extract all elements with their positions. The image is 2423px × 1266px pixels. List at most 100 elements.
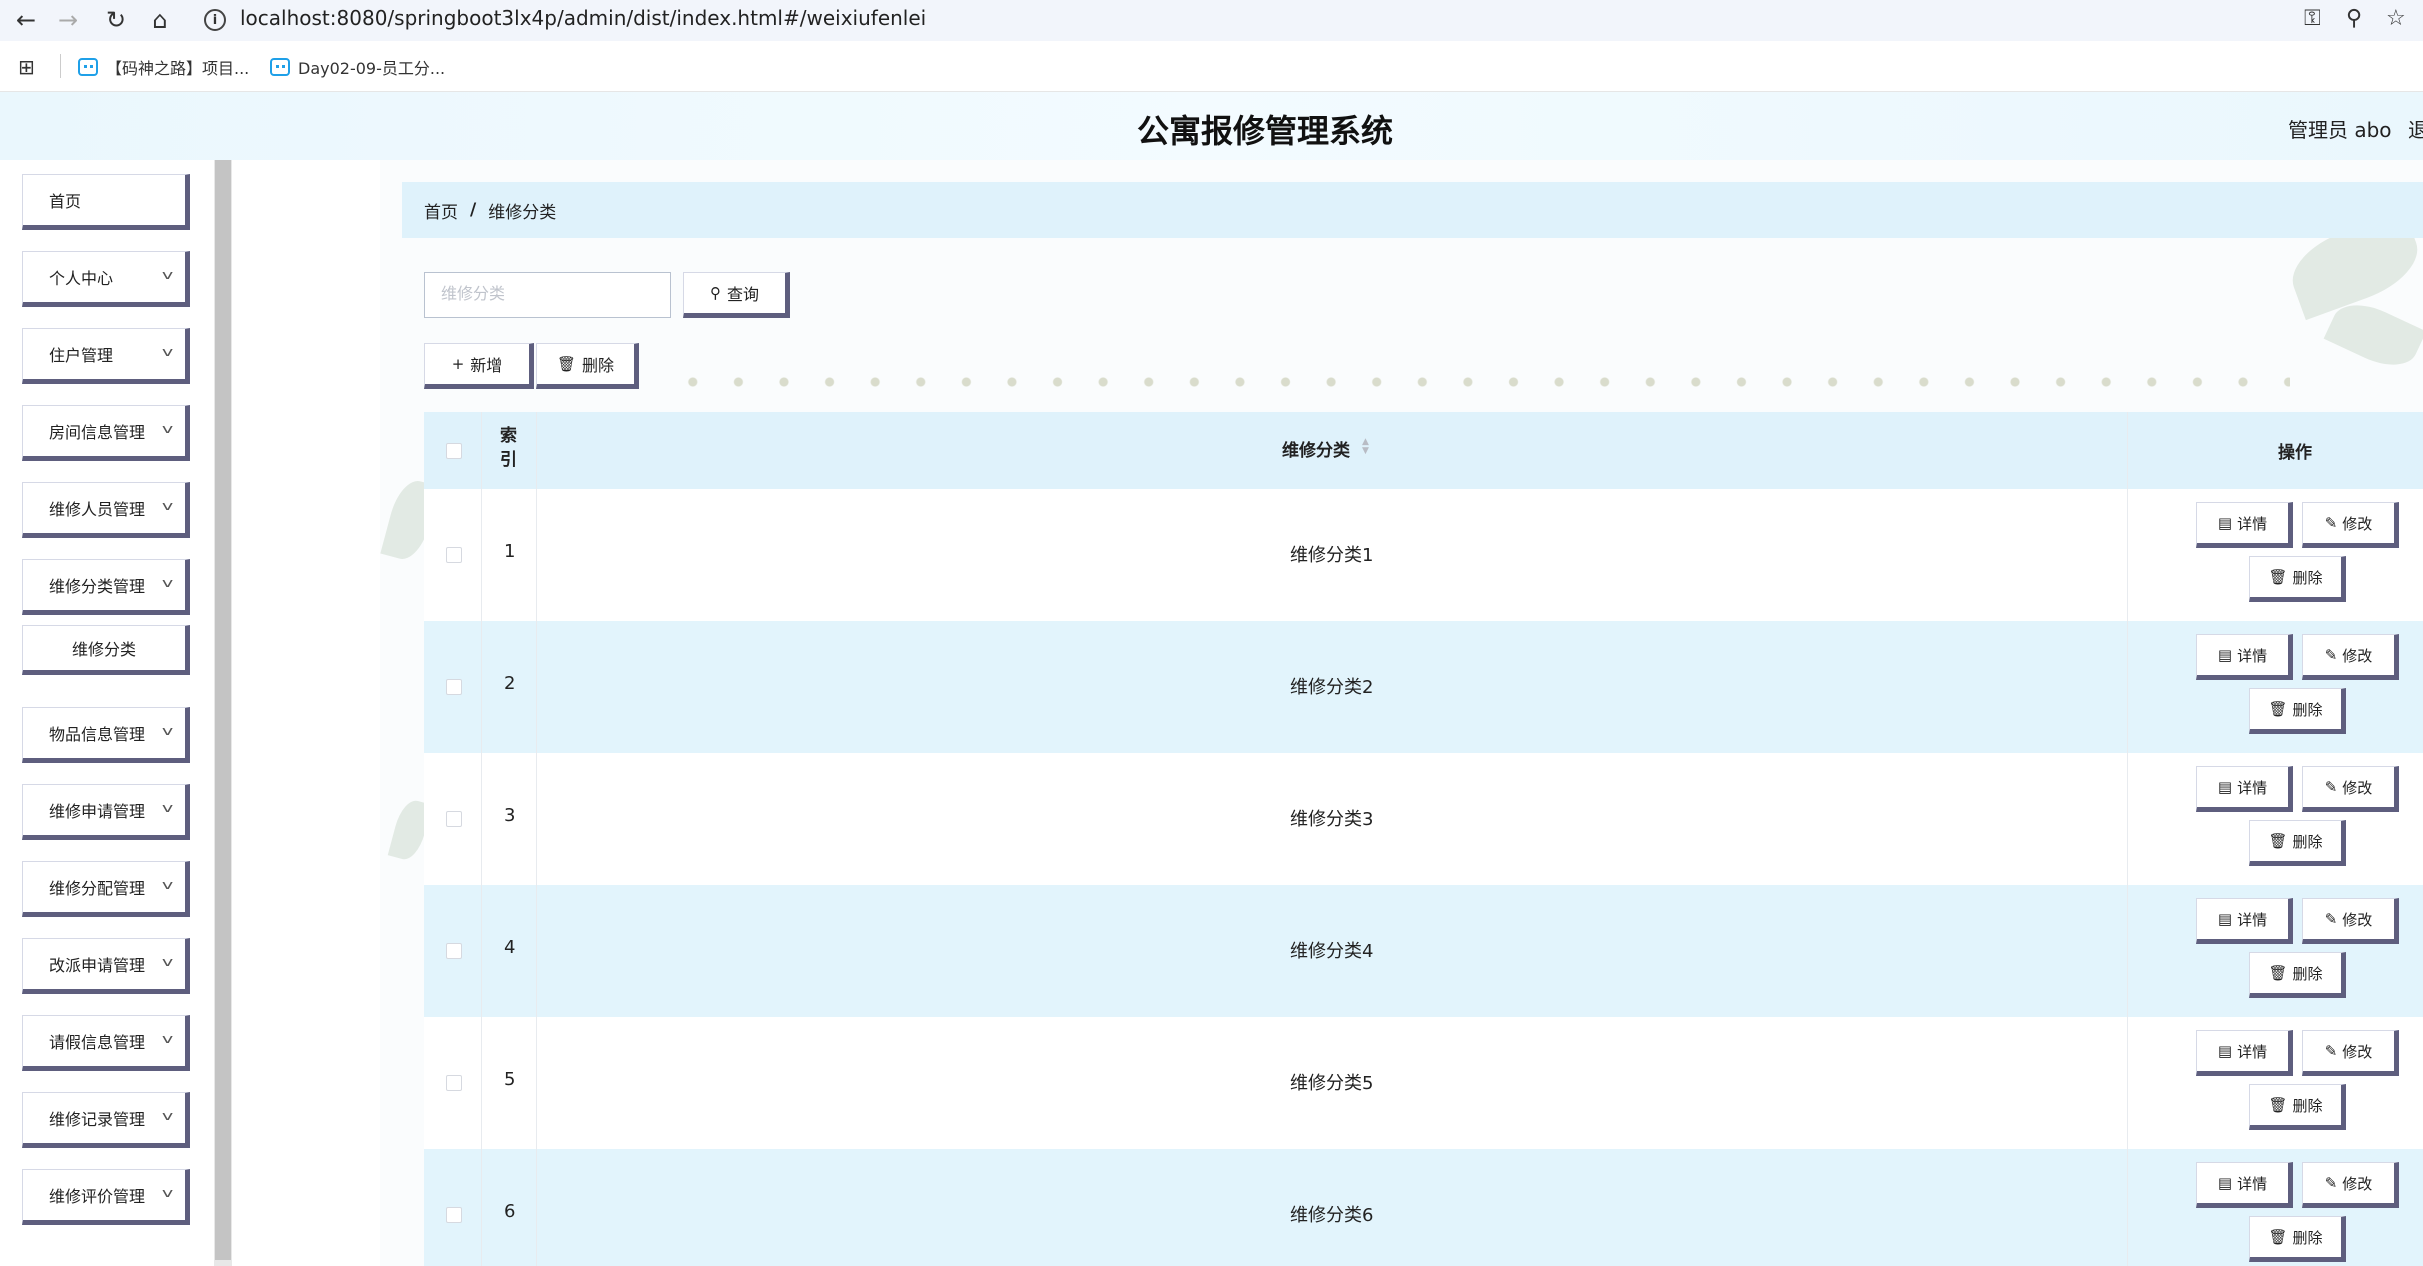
column-divider [481, 1149, 482, 1266]
sidebar-item-residents[interactable]: 住户管理 v [22, 328, 190, 384]
breadcrumb: 首页 / 维修分类 [402, 182, 2423, 238]
reload-icon[interactable]: ↻ [100, 4, 132, 36]
detail-button[interactable]: ▤ 详情 [2196, 634, 2293, 680]
edit-button[interactable]: ✎ 修改 [2302, 634, 2399, 680]
sidebar-item-repair-assignment[interactable]: 维修分配管理 v [22, 861, 190, 917]
trash-icon: 🗑 [2268, 832, 2288, 850]
sidebar-item-label: 维修申请管理 [49, 802, 146, 821]
sidebar-item-label: 请假信息管理 [49, 1033, 146, 1052]
app-title: 公寓报修管理系统 [1136, 112, 1393, 150]
row-checkbox[interactable] [446, 679, 462, 695]
column-divider [536, 1017, 537, 1149]
row-category: 维修分类2 [1290, 677, 1374, 698]
row-index: 2 [504, 673, 516, 694]
edit-button[interactable]: ✎ 修改 [2302, 502, 2399, 548]
detail-button[interactable]: ▤ 详情 [2196, 1030, 2293, 1076]
url-text[interactable]: localhost:8080/springboot3lx4p/admin/dis… [240, 6, 926, 30]
key-icon[interactable]: ⚿ [2304, 6, 2321, 31]
delete-button[interactable]: 🗑 删除 [2249, 688, 2346, 734]
row-category: 维修分类1 [1290, 545, 1374, 566]
sidebar-item-profile[interactable]: 个人中心 v [22, 251, 190, 307]
column-divider [2127, 885, 2128, 1017]
sidebar-item-repair-records[interactable]: 维修记录管理 v [22, 1092, 190, 1148]
sidebar-item-repair-reviews[interactable]: 维修评价管理 v [22, 1169, 190, 1225]
sidebar-scrollbar-thumb[interactable] [215, 160, 231, 1260]
column-divider [536, 412, 537, 489]
trash-icon: 🗑 [2268, 1096, 2288, 1114]
row-checkbox[interactable] [446, 1207, 462, 1223]
bilibili-icon [78, 58, 98, 76]
delete-button[interactable]: 🗑 删除 [2249, 1084, 2346, 1130]
column-divider [481, 1017, 482, 1149]
sidebar-item-home[interactable]: 首页 [22, 174, 190, 230]
detail-button[interactable]: ▤ 详情 [2196, 1162, 2293, 1208]
sidebar-item-reassign-requests[interactable]: 改派申请管理 v [22, 938, 190, 994]
row-checkbox[interactable] [446, 1075, 462, 1091]
edit-button[interactable]: ✎ 修改 [2302, 766, 2399, 812]
sidebar-item-label: 个人中心 [49, 269, 114, 288]
pencil-icon: ✎ [2324, 646, 2338, 664]
edit-label: 修改 [2342, 778, 2373, 797]
row-checkbox[interactable] [446, 811, 462, 827]
sidebar-item-leave[interactable]: 请假信息管理 v [22, 1015, 190, 1071]
delete-label: 删除 [2292, 700, 2323, 719]
pencil-icon: ✎ [2324, 1174, 2338, 1192]
forward-icon[interactable]: → [52, 4, 84, 36]
select-all-checkbox[interactable] [446, 443, 462, 459]
delete-label: 删除 [2292, 1228, 2323, 1247]
table-row: 6 维修分类6 ▤ 详情 ✎ 修改 🗑 删除 [424, 1149, 2423, 1266]
sidebar-item-repair-staff[interactable]: 维修人员管理 v [22, 482, 190, 538]
batch-delete-button[interactable]: 🗑 删除 [536, 343, 639, 389]
delete-button[interactable]: 🗑 删除 [2249, 952, 2346, 998]
detail-button[interactable]: ▤ 详情 [2196, 898, 2293, 944]
row-checkbox[interactable] [446, 943, 462, 959]
edit-button[interactable]: ✎ 修改 [2302, 1030, 2399, 1076]
edit-button[interactable]: ✎ 修改 [2302, 898, 2399, 944]
document-icon: ▤ [2217, 646, 2233, 664]
edit-label: 修改 [2342, 1174, 2373, 1193]
back-icon[interactable]: ← [10, 4, 42, 36]
breadcrumb-separator: / [470, 200, 477, 220]
header-category[interactable]: 维修分类 [1282, 436, 1350, 461]
sidebar-item-repair-requests[interactable]: 维修申请管理 v [22, 784, 190, 840]
breadcrumb-home[interactable]: 首页 [424, 198, 458, 223]
zoom-icon[interactable]: ⚲ [2346, 6, 2362, 31]
delete-button[interactable]: 🗑 删除 [2249, 556, 2346, 602]
delete-button[interactable]: 🗑 删除 [2249, 1216, 2346, 1262]
table-row: 2 维修分类2 ▤ 详情 ✎ 修改 🗑 删除 [424, 621, 2423, 753]
row-checkbox[interactable] [446, 547, 462, 563]
trash-icon: 🗑 [2268, 1228, 2288, 1246]
edit-label: 修改 [2342, 646, 2373, 665]
sidebar-item-rooms[interactable]: 房间信息管理 v [22, 405, 190, 461]
sidebar-item-items[interactable]: 物品信息管理 v [22, 707, 190, 763]
detail-button[interactable]: ▤ 详情 [2196, 502, 2293, 548]
search-button[interactable]: ⚲ 查询 [683, 272, 790, 318]
search-input[interactable] [424, 272, 671, 318]
detail-button[interactable]: ▤ 详情 [2196, 766, 2293, 812]
logout-link[interactable]: 退 [2408, 114, 2423, 143]
add-button[interactable]: + 新增 [424, 343, 534, 389]
home-icon[interactable]: ⌂ [144, 4, 176, 36]
bookmark-1-label: 【码神之路】项目... [106, 59, 250, 78]
trash-icon: 🗑 [2268, 568, 2288, 586]
document-icon: ▤ [2217, 1042, 2233, 1060]
row-category: 维修分类6 [1290, 1205, 1374, 1226]
admin-user: 管理员 abo [2288, 118, 2392, 142]
bookmark-1[interactable]: 【码神之路】项目... [78, 55, 249, 79]
trash-icon: 🗑 [2268, 700, 2288, 718]
apps-icon[interactable]: ⊞ [18, 55, 35, 79]
sidebar-subitem-repair-category[interactable]: 维修分类 [22, 625, 190, 675]
detail-label: 详情 [2237, 1042, 2268, 1061]
sidebar-item-label: 物品信息管理 [49, 725, 146, 744]
sort-icon[interactable]: ▲ ▼ [1362, 438, 1369, 456]
pencil-icon: ✎ [2324, 514, 2338, 532]
delete-button[interactable]: 🗑 删除 [2249, 820, 2346, 866]
info-icon[interactable]: i [204, 9, 226, 31]
sidebar-item-repair-category[interactable]: 维修分类管理 v [22, 559, 190, 615]
bookmark-2[interactable]: Day02-09-员工分... [270, 55, 445, 79]
star-icon[interactable]: ☆ [2386, 6, 2406, 31]
chevron-down-icon: v [161, 576, 174, 590]
edit-button[interactable]: ✎ 修改 [2302, 1162, 2399, 1208]
header-actions: 操作 [2278, 443, 2312, 463]
column-divider [481, 412, 482, 489]
